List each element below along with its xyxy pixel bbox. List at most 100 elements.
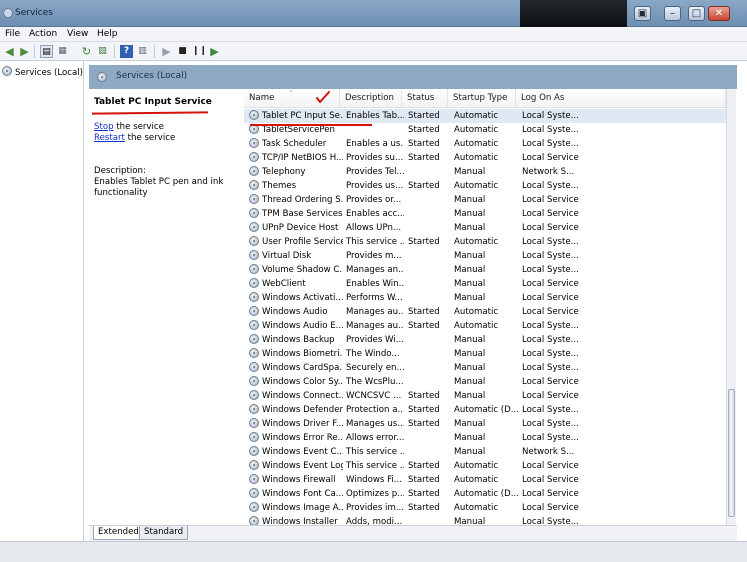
service-status-cell: Started [408,405,440,415]
service-description-cell: Manages an... [346,265,404,275]
restart-icon[interactable]: ▶ [208,45,221,58]
service-row[interactable]: Windows Biometri... The Windo... Manual Loc… [244,347,726,361]
service-status-cell: Started [408,181,440,191]
service-name-cell: Windows Image A... [249,501,343,515]
service-row[interactable]: Tablet PC Input Se... Enables Tab... Start… [244,109,726,123]
service-row[interactable]: UPnP Device Host Allows UPn... Manual Local… [244,221,726,235]
maximize-button[interactable]: □ [688,6,705,21]
menu-help[interactable]: Help [97,29,118,39]
service-name-cell: WebClient [249,277,343,291]
service-row[interactable]: Virtual Disk Provides m... Manual Local Sys… [244,249,726,263]
service-row[interactable]: TPM Base Services Enables acc... Manual Loc… [244,207,726,221]
column-header-startup-type[interactable]: Startup Type [448,89,516,108]
tab-extended[interactable]: Extended [93,526,144,540]
service-row[interactable]: Windows Event C... This service ... Manual… [244,445,726,459]
service-log-on-as-cell: Local Service [522,209,579,219]
service-startup-type-cell: Automatic [454,125,499,135]
pane-title: Services (Local) [116,71,188,81]
service-name: Windows Audio [262,307,328,317]
view-tabs: Extended Standard [89,525,737,541]
pause-icon[interactable]: ❙❙ [192,45,207,58]
scrollbar-thumb[interactable] [728,389,735,517]
service-log-on-as-cell: Local Service [522,195,579,205]
minimize-button[interactable]: – [664,6,681,21]
gear-icon [249,152,259,162]
service-row[interactable]: Windows Event Log This service ... Started… [244,459,726,473]
service-row[interactable]: Windows Connect... WCNCSVC ... Started Manu… [244,389,726,403]
service-row[interactable]: TCP/IP NetBIOS H... Provides su... Started… [244,151,726,165]
service-startup-type-cell: Manual [454,377,486,387]
console-tree-icon[interactable]: ▤ [40,45,53,58]
services-pane: Services (Local) Tablet PC Input Service… [89,61,737,541]
refresh-icon[interactable]: ↻ [80,45,93,58]
menu-file[interactable]: File [5,29,20,39]
service-row[interactable]: Task Scheduler Enables a us... Started Auto… [244,137,726,151]
export-icon[interactable]: ▧ [96,45,109,58]
service-description-cell: Securely en... [346,363,404,373]
service-row[interactable]: Windows Error Re... Allows error... Manual… [244,431,726,445]
service-row[interactable]: Windows Backup Provides Wi... Manual Local … [244,333,726,347]
help-icon[interactable]: ? [120,45,133,58]
service-row[interactable]: Windows Defender Protection a... Started Au… [244,403,726,417]
service-startup-type-cell: Manual [454,167,486,177]
service-row[interactable]: WebClient Enables Win... Manual Local Servi… [244,277,726,291]
red-annotation-underline [91,111,209,115]
stop-icon[interactable]: ■ [176,45,189,58]
start-icon[interactable]: ▶ [160,45,173,58]
service-row[interactable]: Windows Image A... Provides im... Started A… [244,501,726,515]
column-header-log-on-as[interactable]: Log On As [516,89,726,108]
forward-icon[interactable]: ▶ [18,45,31,58]
service-row[interactable]: Windows Activati... Performs W... Manual Lo… [244,291,726,305]
service-description-cell: The WcsPlu... [346,377,404,387]
service-status-cell: Started [408,139,440,149]
service-startup-type-cell: Manual [454,433,486,443]
close-button[interactable]: ✕ [708,6,730,21]
restart-link[interactable]: Restart [94,133,125,143]
service-name-cell: Virtual Disk [249,249,343,263]
tree-item-services-local[interactable]: Services (Local) [2,66,83,78]
service-row[interactable]: Windows Installer Adds, modi... Manual Loca… [244,515,726,525]
service-row[interactable]: Volume Shadow C... Manages an... Manual Loc… [244,263,726,277]
service-name: Windows Connect... [262,391,343,401]
column-header-description[interactable]: Description [340,89,402,108]
gear-icon [249,488,259,498]
gear-icon [249,166,259,176]
stop-service-action: Stop the service [94,122,164,132]
service-startup-type-cell: Automatic [454,111,499,121]
sort-ascending-icon: ˄ [289,90,293,98]
properties-icon[interactable]: ▦ [56,45,69,58]
service-row[interactable]: Windows Audio Manages au... Started Automat… [244,305,726,319]
service-name-cell: Windows Event Log [249,459,343,473]
service-row[interactable]: Windows Driver F... Manages us... Started M… [244,417,726,431]
column-header-status[interactable]: Status [402,89,448,108]
service-row[interactable]: Themes Provides us... Started Automatic Loca… [244,179,726,193]
gear-icon [249,292,259,302]
service-row[interactable]: Windows Audio E... Manages au... Started Au… [244,319,726,333]
service-name-cell: Windows CardSpa... [249,361,343,375]
service-startup-type-cell: Manual [454,251,486,261]
service-name-cell: Windows Connect... [249,389,343,403]
restore-icon[interactable]: ▣ [634,6,651,21]
service-name: Windows Event C... [262,447,343,457]
stop-link[interactable]: Stop [94,122,114,132]
service-row[interactable]: Windows Firewall Windows Fi... Started Auto… [244,473,726,487]
service-row[interactable]: Thread Ordering S... Provides or... Manual… [244,193,726,207]
service-name: TPM Base Services [262,209,343,219]
service-status-cell: Started [408,489,440,499]
tab-standard[interactable]: Standard [139,526,189,540]
service-row[interactable]: Windows Font Ca... Optimizes p... Started A… [244,487,726,501]
menu-action[interactable]: Action [29,29,57,39]
service-row[interactable]: Windows Color Sy... The WcsPlu... Manual Lo… [244,375,726,389]
service-row[interactable]: User Profile Service This service ... Star… [244,235,726,249]
show-hide-icon[interactable]: ▥ [136,45,149,58]
service-description-cell: Provides su... [346,153,404,163]
vertical-scrollbar[interactable] [726,89,736,525]
service-description-cell: This service ... [346,461,404,471]
service-description-cell: This service ... [346,447,404,457]
gear-icon [249,180,259,190]
service-row[interactable]: Windows CardSpa... Securely en... Manual Lo… [244,361,726,375]
back-icon[interactable]: ◀ [3,45,16,58]
service-row[interactable]: Telephony Provides Tel... Manual Network S.… [244,165,726,179]
menu-view[interactable]: View [67,29,88,39]
gear-icon [97,72,107,82]
